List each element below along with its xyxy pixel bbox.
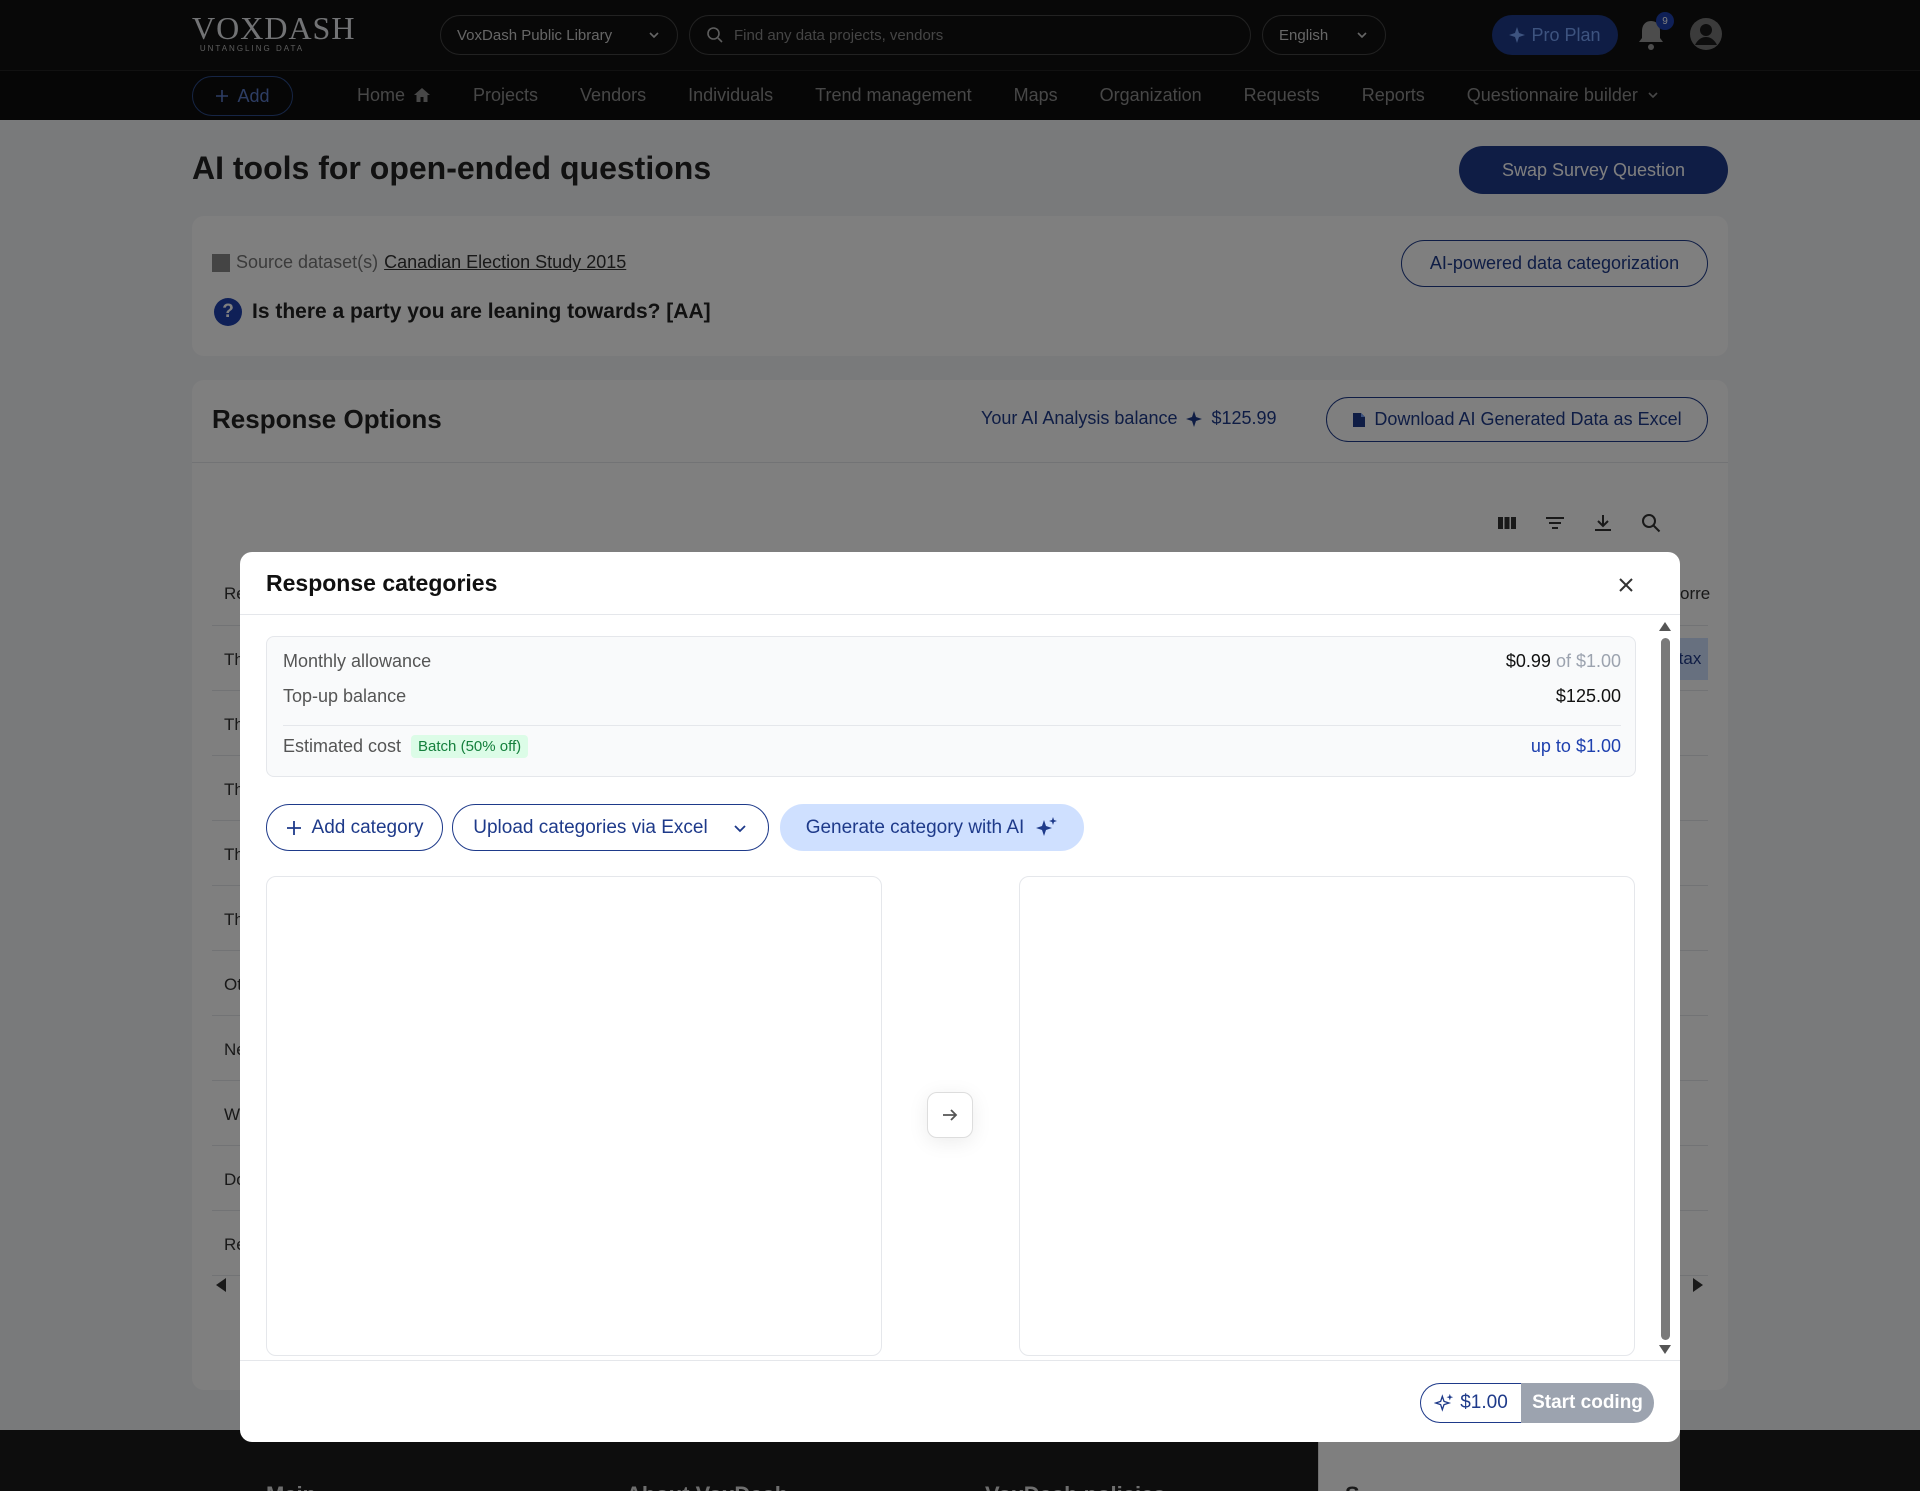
scroll-down-arrow-icon[interactable] — [1659, 1345, 1671, 1354]
arrow-right-icon — [943, 1109, 958, 1121]
target-categories-panel[interactable] — [1019, 876, 1635, 1356]
estimated-cost-label: Estimated cost — [283, 736, 402, 756]
monthly-allowance-limit: of $1.00 — [1555, 651, 1621, 671]
monthly-allowance-label: Monthly allowance — [283, 651, 432, 671]
scrollbar-thumb[interactable] — [1661, 638, 1670, 1340]
chevron-down-icon — [734, 824, 746, 832]
estimated-cost-row: Estimated cost Batch (50% off) up to $1.… — [283, 735, 1621, 758]
upload-categories-button[interactable]: Upload categories via Excel — [452, 804, 769, 851]
close-icon[interactable] — [1617, 576, 1635, 594]
monthly-allowance-value: $0.99 — [1505, 651, 1551, 671]
cost-summary-box: Monthly allowance $0.99 of $1.00 Top-up … — [266, 636, 1636, 777]
modal-header: Response categories — [240, 552, 1680, 615]
sparkles-icon — [1036, 816, 1058, 836]
add-category-label: Add category — [311, 816, 424, 838]
generate-category-label: Generate category with AI — [805, 816, 1025, 838]
batch-discount-badge: Batch (50% off) — [411, 735, 529, 758]
move-right-button[interactable] — [927, 1092, 973, 1138]
upload-categories-label: Upload categories via Excel — [473, 816, 708, 838]
start-coding-button[interactable]: Start coding — [1521, 1383, 1654, 1423]
response-categories-modal: Response categories Monthly allowance $0… — [240, 552, 1680, 1442]
source-categories-panel[interactable] — [266, 876, 882, 1356]
modal-footer: $1.00 Start coding — [240, 1360, 1680, 1442]
sparkles-icon — [1434, 1393, 1454, 1412]
estimated-cost-label-group: Estimated cost Batch (50% off) — [283, 735, 529, 758]
monthly-allowance-amount: $0.99 of $1.00 — [1506, 651, 1621, 672]
topup-balance-value: $125.00 — [1555, 686, 1621, 706]
add-category-button[interactable]: Add category — [266, 804, 443, 851]
divider — [283, 725, 1621, 726]
coding-cost-value: $1.00 — [1460, 1392, 1508, 1413]
topup-balance-row: Top-up balance $125.00 — [283, 686, 1621, 707]
topup-balance-label: Top-up balance — [283, 686, 407, 706]
coding-cost-chip: $1.00 — [1420, 1383, 1521, 1423]
scroll-up-arrow-icon[interactable] — [1659, 622, 1671, 631]
modal-title: Response categories — [266, 570, 498, 596]
generate-category-ai-button[interactable]: Generate category with AI — [780, 804, 1084, 851]
estimated-cost-value: up to $1.00 — [1530, 736, 1621, 756]
plus-icon — [286, 820, 301, 835]
monthly-allowance-row: Monthly allowance $0.99 of $1.00 — [283, 651, 1621, 672]
